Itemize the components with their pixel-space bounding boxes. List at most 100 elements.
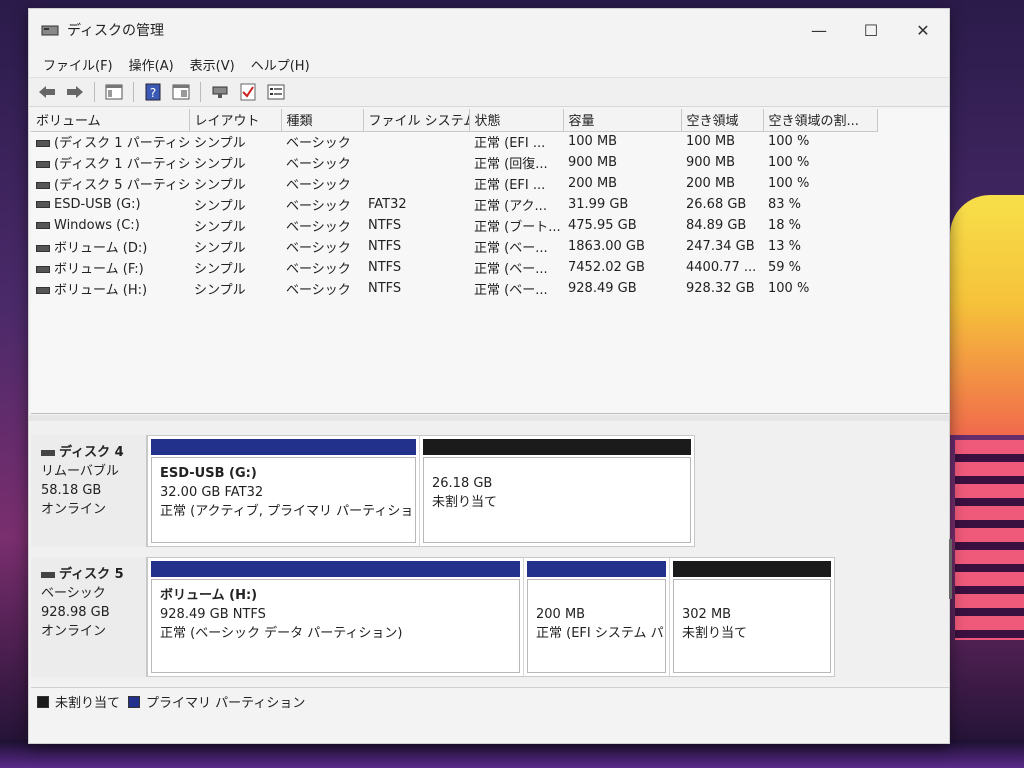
disk-graph-view: ディスク 4 リムーバブル 58.18 GB オンライン ESD-USB (G:… — [31, 421, 952, 683]
table-row[interactable]: ボリューム (H:) シンプル ベーシック NTFS 正常 (ベー... 928.49 G… — [31, 278, 877, 299]
toolbar-divider — [200, 82, 201, 102]
unallocated-bar — [423, 439, 691, 455]
partition-esd-usb[interactable]: ESD-USB (G:) 32.00 GB FAT32 正常 (アクティブ, プ… — [148, 436, 420, 546]
menu-file[interactable]: ファイル(F) — [35, 55, 121, 74]
column-header[interactable]: 空き領域 — [681, 109, 764, 132]
table-cell: ベーシック — [286, 178, 351, 193]
table-cell: 26.68 GB — [686, 197, 747, 212]
check-icon[interactable] — [236, 81, 260, 103]
menu-view[interactable]: 表示(V) — [182, 55, 243, 74]
table-cell: ボリューム (H:) — [31, 278, 189, 299]
column-header[interactable]: ボリューム — [31, 109, 190, 132]
partition-unallocated-disk5[interactable]: 302 MB 未割り当て — [670, 558, 834, 676]
table-cell: 83 % — [768, 197, 802, 212]
partition-status: 未割り当て — [682, 626, 748, 641]
volume-name: (ディスク 1 パーティシ... — [54, 136, 189, 152]
disk-5-type: ベーシック — [41, 586, 106, 601]
table-cell: ベーシック — [286, 262, 351, 277]
console-tree-icon[interactable] — [102, 81, 126, 103]
table-cell: 100 % — [768, 155, 810, 170]
partition-status: 正常 (アクティブ, プライマリ パーティション) — [160, 504, 416, 519]
forward-icon[interactable] — [63, 81, 87, 103]
table-cell — [363, 152, 469, 173]
table-cell: 正常 (ブート... — [474, 220, 561, 235]
connect-icon[interactable] — [208, 81, 232, 103]
table-row[interactable]: ESD-USB (G:) シンプル ベーシック FAT32 正常 (アク... 31.99… — [31, 194, 877, 215]
column-header[interactable]: 空き領域の割... — [763, 109, 878, 132]
table-row[interactable]: (ディスク 1 パーティシ... シンプル ベーシック 正常 (EFI ... 100 … — [31, 131, 877, 152]
table-row[interactable]: (ディスク 5 パーティシ... シンプル ベーシック 正常 (EFI ... 200 … — [31, 173, 877, 194]
partition-body: 302 MB 未割り当て — [673, 579, 831, 673]
unallocated-bar — [673, 561, 831, 577]
partition-volume-h[interactable]: ボリューム (H:) 928.49 GB NTFS 正常 (ベーシック データ … — [148, 558, 524, 676]
toolbar-divider — [133, 82, 134, 102]
volume-name: ESD-USB (G:) — [54, 197, 141, 212]
svg-text:?: ? — [150, 86, 156, 100]
menu-help[interactable]: ヘルプ(H) — [243, 55, 318, 74]
disk-icon — [41, 449, 55, 456]
table-cell: 928.32 GB — [686, 281, 755, 296]
table-cell: シンプル — [194, 220, 246, 235]
table-cell: 7452.02 GB — [568, 260, 645, 275]
table-row[interactable]: ボリューム (F:) シンプル ベーシック NTFS 正常 (ベー... 7452.02 … — [31, 257, 877, 278]
partition-efi-disk5[interactable]: 200 MB 正常 (EFI システム パ — [524, 558, 670, 676]
partition-status: 正常 (ベーシック データ パーティション) — [160, 626, 403, 641]
disk-5-info[interactable]: ディスク 5 ベーシック 928.98 GB オンライン — [31, 557, 147, 677]
title-bar[interactable]: ディスクの管理 — ☐ ✕ — [29, 9, 949, 51]
legend-primary-label: プライマリ パーティション — [146, 696, 306, 711]
table-cell: シンプル — [194, 262, 246, 277]
table-cell: (ディスク 1 パーティシ... — [31, 131, 189, 152]
desktop-grid-decoration — [0, 740, 1024, 768]
menu-bar: ファイル(F) 操作(A) 表示(V) ヘルプ(H) — [29, 51, 949, 77]
legend-unallocated-label: 未割り当て — [55, 696, 121, 711]
volume-table: ボリューム レイアウト 種類 ファイル システム 状態 容量 空き領域 空き領域の割... (… — [31, 109, 878, 299]
table-cell: 900 MB — [686, 155, 736, 170]
disk-icon — [41, 571, 55, 578]
volume-icon — [36, 161, 50, 168]
table-cell: 900 MB — [568, 155, 618, 170]
table-cell: 200 MB — [568, 176, 618, 191]
help-icon[interactable]: ? — [141, 81, 165, 103]
table-cell: シンプル — [194, 157, 246, 172]
graph-scrollbar-thumb[interactable] — [949, 539, 952, 599]
column-header[interactable]: ファイル システム — [363, 109, 470, 132]
disk-5-row: ディスク 5 ベーシック 928.98 GB オンライン ボリューム (H:) … — [31, 557, 835, 677]
table-cell: ベーシック — [286, 157, 351, 172]
properties-icon[interactable] — [169, 81, 193, 103]
partition-body: 200 MB 正常 (EFI システム パ — [527, 579, 666, 673]
partition-body: 26.18 GB 未割り当て — [423, 457, 691, 543]
list-icon[interactable] — [264, 81, 288, 103]
column-header[interactable]: 状態 — [469, 109, 564, 132]
column-header[interactable]: レイアウト — [189, 109, 282, 132]
table-row[interactable]: ボリューム (D:) シンプル ベーシック NTFS 正常 (ベー... 1863.00 … — [31, 236, 877, 257]
column-header[interactable]: 容量 — [563, 109, 682, 132]
table-cell: NTFS — [368, 218, 402, 233]
volume-name: ボリューム (F:) — [54, 262, 144, 277]
table-cell: ベーシック — [286, 136, 351, 152]
legend-unallocated: 未割り当て — [37, 692, 120, 711]
back-icon[interactable] — [35, 81, 59, 103]
table-cell: 475.95 GB — [568, 218, 637, 233]
close-button[interactable]: ✕ — [897, 16, 949, 44]
table-cell: 正常 (EFI ... — [474, 178, 546, 193]
table-cell: 84.89 GB — [686, 218, 747, 233]
table-cell: Windows (C:) — [31, 215, 189, 236]
column-header[interactable]: 種類 — [281, 109, 364, 132]
table-cell: 59 % — [768, 260, 802, 275]
table-row[interactable]: (ディスク 1 パーティシ... シンプル ベーシック 正常 (回復... 900 MB… — [31, 152, 877, 173]
primary-swatch — [128, 695, 141, 708]
menu-action[interactable]: 操作(A) — [121, 55, 182, 74]
volume-icon — [36, 287, 50, 294]
disk-4-info[interactable]: ディスク 4 リムーバブル 58.18 GB オンライン — [31, 435, 147, 547]
volume-name: Windows (C:) — [54, 218, 140, 233]
table-cell: 100 MB — [686, 134, 736, 150]
legend-primary: プライマリ パーティション — [128, 692, 305, 711]
table-row[interactable]: Windows (C:) シンプル ベーシック NTFS 正常 (ブート... 475.9… — [31, 215, 877, 236]
minimize-button[interactable]: — — [793, 16, 845, 44]
table-cell — [363, 173, 469, 194]
volume-icon — [36, 222, 50, 229]
table-cell: 正常 (ベー... — [474, 241, 548, 256]
table-cell: 18 % — [768, 218, 802, 233]
partition-unallocated-disk4[interactable]: 26.18 GB 未割り当て — [420, 436, 694, 546]
maximize-button[interactable]: ☐ — [845, 16, 897, 44]
